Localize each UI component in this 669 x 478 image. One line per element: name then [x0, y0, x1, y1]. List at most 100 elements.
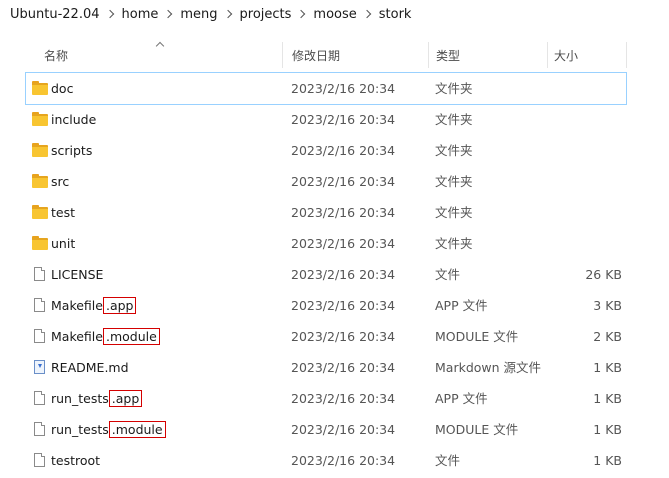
file-row[interactable]: LICENSE 2023/2/16 20:34 文件 26 KB — [26, 259, 626, 290]
file-name-base: Makefile — [51, 298, 103, 313]
file-name-base: scripts — [51, 143, 93, 158]
file-row[interactable]: src 2023/2/16 20:34 文件夹 — [26, 166, 626, 197]
file-name-base: include — [51, 112, 97, 127]
column-header: 名称 修改日期 类型 大小 — [28, 40, 669, 72]
folder-icon — [32, 236, 48, 250]
file-row[interactable]: scripts 2023/2/16 20:34 文件夹 — [26, 135, 626, 166]
column-header-date[interactable]: 修改日期 — [292, 40, 340, 72]
file-type: APP 文件 — [435, 391, 488, 406]
file-type: 文件夹 — [435, 205, 473, 220]
file-type: 文件夹 — [435, 236, 473, 251]
file-date: 2023/2/16 20:34 — [291, 205, 396, 220]
file-name: test — [51, 197, 75, 228]
file-name: run_tests .app — [51, 383, 143, 414]
column-divider[interactable] — [547, 42, 548, 68]
file-name-base: LICENSE — [51, 267, 104, 282]
file-name-base: doc — [51, 81, 74, 96]
file-type: 文件 — [435, 453, 461, 468]
file-row[interactable]: Makefile .module 2023/2/16 20:34 MODULE 文件 2… — [26, 321, 626, 352]
breadcrumb-item[interactable]: Ubuntu-22.04 — [4, 7, 106, 22]
file-extension-highlight: .module — [108, 421, 166, 438]
file-name-base: src — [51, 174, 70, 189]
file-row[interactable]: README.md 2023/2/16 20:34 Markdown 源文件 1 KB — [26, 352, 626, 383]
file-row[interactable]: testroot 2023/2/16 20:34 文件 1 KB — [26, 445, 626, 476]
file-icon — [34, 422, 45, 436]
column-divider[interactable] — [626, 42, 627, 68]
folder-icon — [32, 112, 48, 126]
folder-icon — [32, 81, 48, 95]
file-icon — [34, 453, 45, 467]
file-date: 2023/2/16 20:34 — [291, 267, 396, 282]
file-extension-highlight: .app — [108, 390, 143, 407]
file-date: 2023/2/16 20:34 — [291, 453, 396, 468]
column-divider[interactable] — [428, 42, 429, 68]
file-size: 3 KB — [593, 298, 622, 313]
file-name: LICENSE — [51, 259, 103, 290]
folder-icon — [32, 174, 48, 188]
file-type: MODULE 文件 — [435, 422, 519, 437]
file-type: 文件夹 — [435, 143, 473, 158]
file-size: 2 KB — [593, 329, 622, 344]
file-name-base: test — [51, 205, 76, 220]
file-name: run_tests .module — [51, 414, 166, 445]
chevron-right-icon[interactable] — [297, 0, 307, 28]
file-icon — [34, 298, 45, 312]
file-type: 文件 — [435, 267, 461, 282]
folder-icon — [32, 143, 48, 157]
file-row[interactable]: unit 2023/2/16 20:34 文件夹 — [26, 228, 626, 259]
file-type: 文件夹 — [435, 81, 473, 96]
file-date: 2023/2/16 20:34 — [291, 422, 396, 437]
file-extension-highlight: .app — [102, 297, 137, 314]
file-name: README.md — [51, 352, 129, 383]
file-name: Makefile .app — [51, 290, 137, 321]
breadcrumb-item[interactable]: projects — [234, 7, 298, 22]
file-row[interactable]: doc 2023/2/16 20:34 文件夹 — [25, 72, 627, 105]
file-size: 1 KB — [593, 453, 622, 468]
file-name: src — [51, 166, 69, 197]
file-date: 2023/2/16 20:34 — [291, 391, 396, 406]
file-name: testroot — [51, 445, 100, 476]
file-date: 2023/2/16 20:34 — [291, 329, 396, 344]
file-name: Makefile .module — [51, 321, 160, 352]
file-name: unit — [51, 228, 75, 259]
chevron-right-icon[interactable] — [224, 0, 234, 28]
file-date: 2023/2/16 20:34 — [291, 360, 396, 375]
file-date: 2023/2/16 20:34 — [291, 174, 396, 189]
file-date: 2023/2/16 20:34 — [291, 236, 396, 251]
column-header-name[interactable]: 名称 — [44, 40, 68, 72]
breadcrumb-item[interactable]: meng — [174, 7, 223, 22]
chevron-right-icon[interactable] — [363, 0, 373, 28]
file-date: 2023/2/16 20:34 — [291, 81, 396, 96]
file-date: 2023/2/16 20:34 — [291, 112, 396, 127]
file-row[interactable]: run_tests .app 2023/2/16 20:34 APP 文件 1 KB — [26, 383, 626, 414]
column-header-size[interactable]: 大小 — [554, 40, 578, 72]
file-name: scripts — [51, 135, 92, 166]
chevron-right-icon[interactable] — [106, 0, 116, 28]
file-type: APP 文件 — [435, 298, 488, 313]
file-row[interactable]: run_tests .module 2023/2/16 20:34 MODULE 文件… — [26, 414, 626, 445]
breadcrumb-item[interactable]: stork — [373, 7, 418, 22]
file-name-base: run_tests — [51, 422, 109, 437]
column-divider[interactable] — [282, 42, 283, 68]
file-icon — [34, 329, 45, 343]
file-size: 1 KB — [593, 360, 622, 375]
file-name: include — [51, 104, 96, 135]
file-type: Markdown 源文件 — [435, 360, 542, 375]
file-size: 1 KB — [593, 391, 622, 406]
file-date: 2023/2/16 20:34 — [291, 143, 396, 158]
file-row[interactable]: Makefile .app 2023/2/16 20:34 APP 文件 3 KB — [26, 290, 626, 321]
file-row[interactable]: test 2023/2/16 20:34 文件夹 — [26, 197, 626, 228]
file-date: 2023/2/16 20:34 — [291, 298, 396, 313]
file-list: doc 2023/2/16 20:34 文件夹 include 2023/2/16 20… — [25, 72, 627, 476]
file-type: MODULE 文件 — [435, 329, 519, 344]
breadcrumb-item[interactable]: moose — [307, 7, 362, 22]
file-name-base: Makefile — [51, 329, 103, 344]
chevron-right-icon[interactable] — [164, 0, 174, 28]
file-name-base: README.md — [51, 360, 129, 375]
file-icon — [34, 267, 45, 281]
breadcrumb-item[interactable]: home — [116, 7, 165, 22]
file-row[interactable]: include 2023/2/16 20:34 文件夹 — [26, 104, 626, 135]
file-name-base: testroot — [51, 453, 101, 468]
file-extension-highlight: .module — [102, 328, 160, 345]
column-header-type[interactable]: 类型 — [436, 40, 460, 72]
